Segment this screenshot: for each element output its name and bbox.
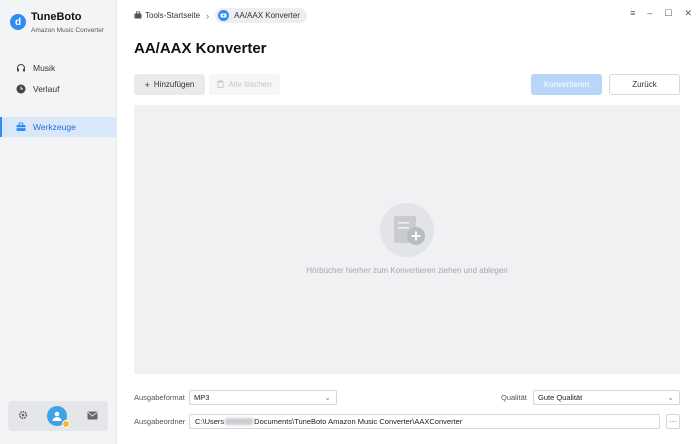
format-value: MP3: [194, 393, 210, 402]
trash-icon: [217, 79, 225, 90]
quality-value: Gute Qualität: [538, 393, 583, 402]
sidebar-bottom-bar: [8, 401, 108, 431]
sidebar-item-werkzeuge[interactable]: Werkzeuge: [0, 117, 116, 137]
home-icon: [134, 10, 142, 21]
back-button[interactable]: Zurück: [609, 74, 680, 95]
brand: d TuneBoto Amazon Music Converter: [10, 11, 104, 36]
headphones-icon: [16, 63, 26, 73]
folder-label: Ausgabeordner: [134, 417, 186, 426]
convert-button-label: Konvertieren: [543, 80, 590, 89]
sidebar-item-label: Werkzeuge: [33, 122, 76, 132]
drop-zone[interactable]: Hörbücher hierher zum Konvertieren ziehe…: [134, 105, 680, 374]
close-icon[interactable]: ✕: [684, 8, 692, 19]
output-folder-field[interactable]: C:\Users Documents\TuneBoto Amazon Music…: [189, 414, 660, 429]
breadcrumb: Tools-Startseite › AA/AAX Konverter: [134, 8, 307, 23]
chevron-down-icon: ⌄: [324, 393, 331, 402]
breadcrumb-current: AA/AAX Konverter: [215, 8, 307, 23]
delete-all-button-label: Alle löschen: [228, 80, 272, 89]
drop-hint: Hörbücher hierher zum Konvertieren ziehe…: [306, 266, 508, 275]
sidebar-item-label: Verlauf: [33, 84, 60, 94]
quality-label: Qualität: [501, 393, 527, 402]
add-file-icon: [380, 203, 434, 257]
convert-button[interactable]: Konvertieren: [531, 74, 602, 95]
add-button[interactable]: + Hinzufügen: [134, 74, 205, 95]
sidebar: d TuneBoto Amazon Music Converter Musik …: [0, 0, 117, 444]
plus-icon: +: [144, 79, 150, 90]
sidebar-item-verlauf[interactable]: Verlauf: [0, 79, 116, 99]
avatar[interactable]: [47, 406, 71, 428]
redacted-username: [225, 418, 254, 425]
delete-all-button[interactable]: Alle löschen: [209, 74, 280, 95]
minimize-icon[interactable]: –: [647, 8, 652, 19]
menu-icon[interactable]: ≡: [630, 8, 635, 19]
quality-select[interactable]: Gute Qualität ⌄: [533, 390, 680, 405]
browse-folder-button[interactable]: ···: [666, 414, 680, 429]
chevron-down-icon: ⌄: [667, 393, 674, 402]
sidebar-item-label: Musik: [33, 63, 56, 73]
page-title: AA/AAX Konverter: [134, 40, 267, 57]
sidebar-item-musik[interactable]: Musik: [0, 58, 116, 78]
format-label: Ausgabeformat: [134, 393, 185, 402]
breadcrumb-current-label: AA/AAX Konverter: [234, 11, 300, 20]
toolbox-icon: [16, 122, 26, 132]
mail-icon[interactable]: [87, 407, 98, 425]
add-button-label: Hinzufügen: [153, 80, 195, 89]
breadcrumb-separator: ›: [206, 10, 210, 21]
gear-icon[interactable]: [18, 407, 28, 425]
app-subtitle: Amazon Music Converter: [31, 27, 104, 34]
breadcrumb-home[interactable]: Tools-Startseite: [145, 11, 200, 20]
folder-path-prefix: C:\Users: [195, 417, 225, 426]
folder-path-suffix: Documents\TuneBoto Amazon Music Converte…: [254, 417, 463, 426]
app-name: TuneBoto: [31, 11, 82, 23]
badge-icon: [62, 420, 71, 428]
window-controls: ≡ – ☐ ✕: [630, 8, 692, 19]
app-logo-icon: d: [10, 14, 26, 30]
aax-converter-icon: [218, 10, 230, 21]
maximize-icon[interactable]: ☐: [664, 8, 672, 19]
clock-icon: [16, 84, 26, 94]
format-select[interactable]: MP3 ⌄: [189, 390, 337, 405]
top-bar: Tools-Startseite › AA/AAX Konverter ≡ – …: [117, 0, 700, 28]
back-button-label: Zurück: [632, 80, 657, 89]
